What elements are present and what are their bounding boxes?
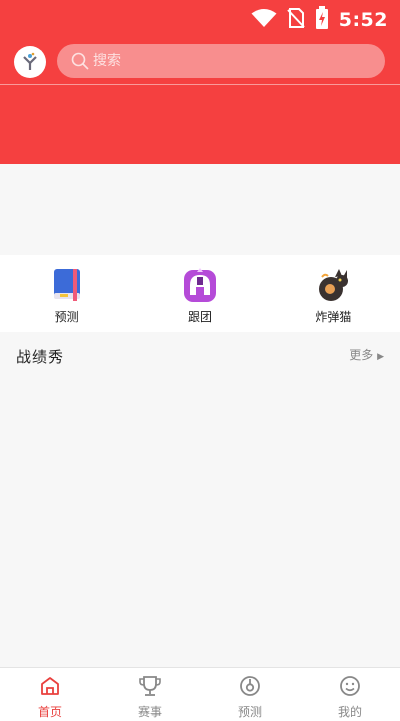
more-label: 更多 xyxy=(349,348,374,362)
search-icon xyxy=(71,52,89,70)
home-icon xyxy=(39,675,61,701)
shortcut-row: 预测 跟团 炸弹猫 xyxy=(0,255,400,332)
status-time: 5:52 xyxy=(338,9,388,31)
search-bar[interactable] xyxy=(57,44,385,78)
app-logo-icon[interactable] xyxy=(14,46,46,78)
tab-predict[interactable]: 预测 xyxy=(200,668,300,721)
book-icon xyxy=(49,267,85,303)
section-header: 战绩秀 更多 ▶ xyxy=(0,332,400,378)
spartan-helmet-icon xyxy=(182,267,218,303)
triangle-right-icon: ▶ xyxy=(377,352,384,362)
section-title: 战绩秀 xyxy=(16,348,65,366)
prediction-icon xyxy=(239,675,261,701)
shortcut-bomb-cat[interactable]: 炸弹猫 xyxy=(267,255,400,332)
status-icons: 5:52 xyxy=(251,6,388,34)
tab-label: 首页 xyxy=(37,705,62,719)
shortcut-predict[interactable]: 预测 xyxy=(0,255,133,332)
profile-icon xyxy=(339,675,361,701)
content-placeholder xyxy=(0,164,400,255)
bottom-tab-bar: 首页 赛事 预测 我的 xyxy=(0,667,400,721)
more-link[interactable]: 更多 ▶ xyxy=(349,346,384,363)
status-bar: 5:52 xyxy=(0,0,400,38)
tab-label: 预测 xyxy=(237,705,262,719)
search-input[interactable] xyxy=(91,52,375,70)
no-sim-icon xyxy=(287,7,305,33)
tab-home[interactable]: 首页 xyxy=(0,668,100,721)
tab-label: 我的 xyxy=(337,705,362,719)
tab-label: 赛事 xyxy=(137,705,162,719)
top-header xyxy=(0,38,400,84)
trophy-icon xyxy=(138,675,162,701)
shortcut-group[interactable]: 跟团 xyxy=(133,255,266,332)
shortcut-label: 跟团 xyxy=(187,310,212,324)
wifi-icon xyxy=(251,8,277,32)
bomb-cat-icon xyxy=(315,267,351,303)
banner-area[interactable] xyxy=(0,85,400,164)
shortcut-label: 预测 xyxy=(54,310,79,324)
battery-charging-icon xyxy=(315,6,329,34)
shortcut-label: 炸弹猫 xyxy=(315,310,352,324)
tab-events[interactable]: 赛事 xyxy=(100,668,200,721)
tab-profile[interactable]: 我的 xyxy=(300,668,400,721)
